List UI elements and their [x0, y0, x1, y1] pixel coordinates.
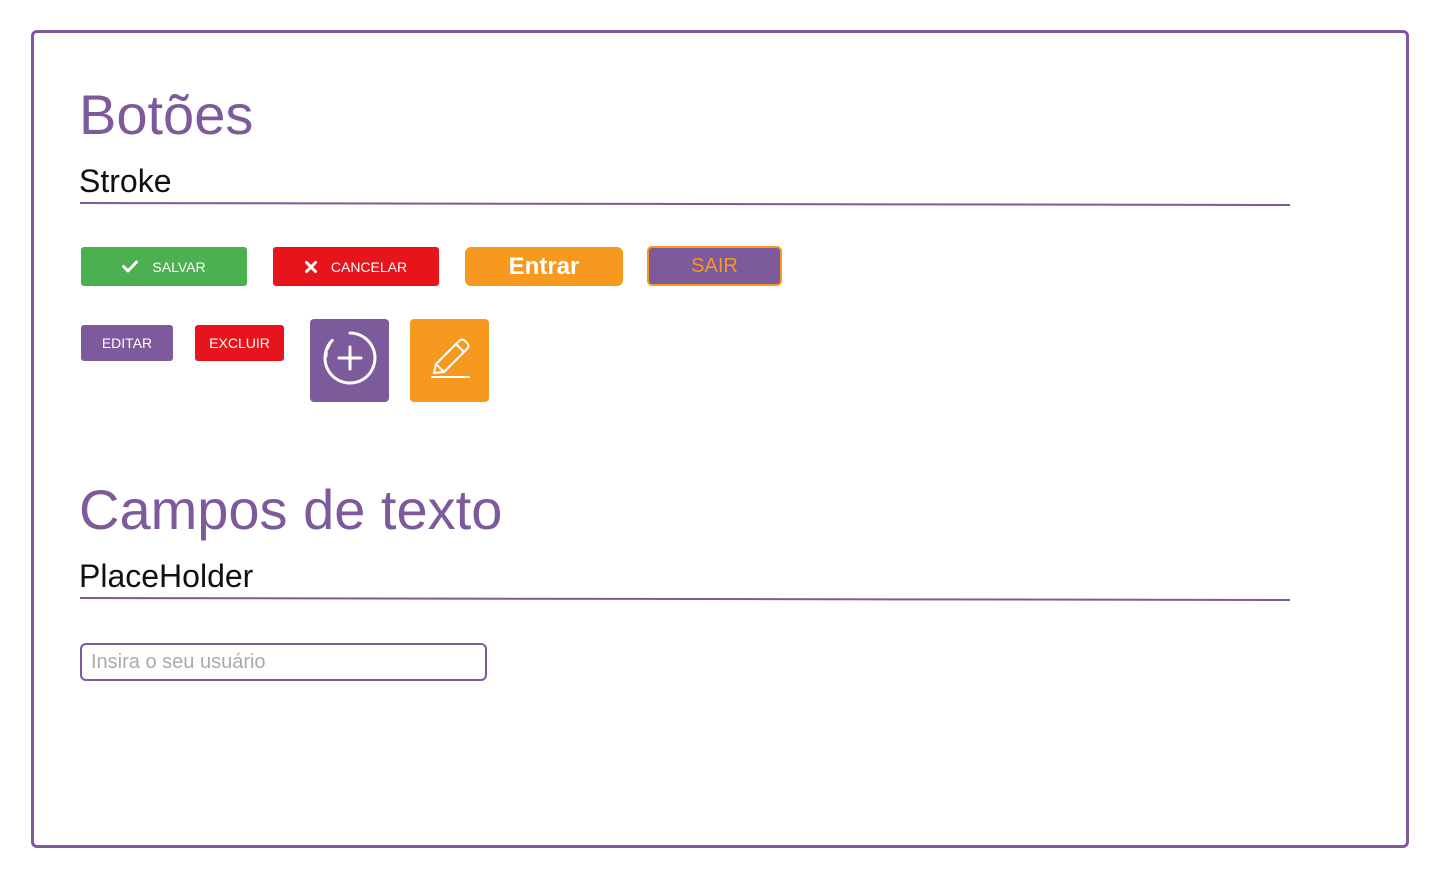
close-icon — [304, 260, 317, 273]
save-button[interactable]: SALVAR — [81, 247, 247, 286]
add-circle-icon — [322, 330, 378, 391]
edit-button-label: EDITAR — [101, 335, 153, 351]
section-divider — [80, 597, 1290, 601]
cancel-button-label: CANCELAR — [330, 258, 408, 275]
section-title-buttons: Botões — [79, 83, 254, 146]
cancel-button[interactable]: CANCELAR — [273, 247, 439, 286]
add-icon-button[interactable] — [310, 319, 389, 402]
delete-button-label: EXCLUIR — [209, 335, 270, 351]
username-input[interactable] — [80, 643, 487, 681]
section-subtitle-stroke: Stroke — [79, 163, 172, 199]
check-icon — [122, 260, 139, 273]
save-button-label: SALVAR — [152, 258, 206, 275]
enter-button-label: Entrar — [508, 252, 580, 280]
exit-button[interactable]: SAIR — [647, 246, 782, 286]
section-divider — [80, 202, 1290, 206]
exit-button-label: SAIR — [691, 254, 738, 277]
pencil-icon — [425, 333, 475, 388]
section-title-text-fields: Campos de texto — [79, 478, 503, 541]
edit-button[interactable]: EDITAR — [81, 325, 173, 361]
enter-button[interactable]: Entrar — [465, 247, 623, 286]
page-frame — [31, 30, 1409, 848]
section-subtitle-placeholder: PlaceHolder — [79, 558, 254, 594]
delete-button[interactable]: EXCLUIR — [195, 325, 284, 361]
pencil-icon-button[interactable] — [410, 319, 489, 402]
